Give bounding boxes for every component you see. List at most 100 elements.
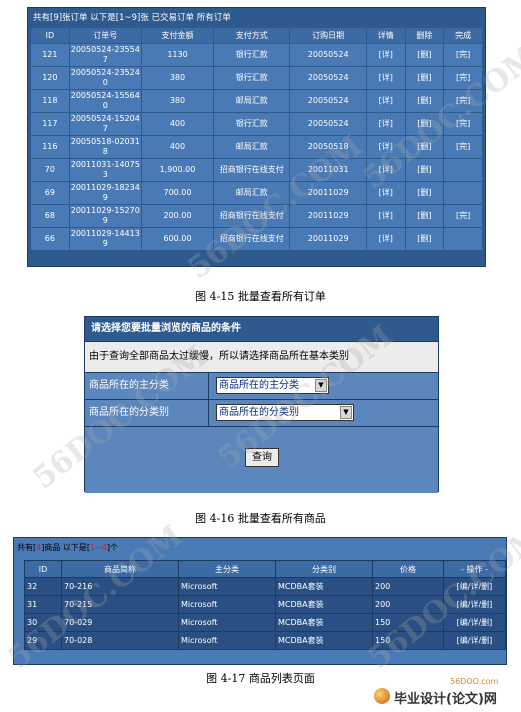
product-actions-link[interactable]: [编/详/删] (457, 636, 493, 645)
order-amount-cell: 400 (141, 113, 214, 135)
order-detail-link[interactable]: [详] (378, 211, 394, 221)
figure-caption-4-15: 图 4-15 批量查看所有订单 (195, 290, 326, 303)
col-header: 订单号 (69, 28, 141, 43)
order-complete-cell: [完] (444, 90, 482, 112)
order-complete-link[interactable]: [完] (455, 96, 471, 106)
product-row: 31 70-215 Microsoft MCDBA套装 200 [编/详/删] (25, 596, 505, 613)
order-number-cell: 20050524-235547 (69, 44, 141, 66)
col-header: 支付方式 (214, 28, 290, 43)
order-date-cell: 20050518 (307, 142, 349, 151)
order-number-cell: 20050524-152047 (70, 114, 140, 133)
order-id-cell: 120 (42, 73, 58, 82)
order-date-cell: 20011029 (307, 188, 349, 197)
order-number-cell: 20011029-144139 (70, 229, 140, 248)
order-number-cell: 20011031-140753 (69, 159, 141, 181)
order-detail-link[interactable]: [详] (378, 142, 394, 152)
order-detail-link[interactable]: [详] (378, 73, 394, 83)
order-number-cell: 20011029-152709 (69, 205, 141, 227)
order-payment-method-cell: 招商银行在线支付 (219, 234, 284, 243)
order-detail-link[interactable]: [详] (378, 165, 394, 175)
order-complete-link[interactable]: [完] (455, 73, 471, 83)
product-actions-cell: [编/详/删] (444, 596, 505, 613)
order-row: 116 20050518-020318 400 邮局汇款 20050518 [详] [删] [… (31, 136, 482, 158)
product-price-cell: 200 (373, 578, 443, 595)
product-actions-link[interactable]: [编/详/删] (457, 600, 493, 609)
order-payment-method-cell: 邮局汇款 (214, 136, 290, 158)
order-delete-link[interactable]: [删] (416, 188, 432, 198)
order-detail-link[interactable]: [详] (378, 96, 394, 106)
orders-table: ID 订单号 支付金额 支付方式 订购日期 详情 删除 完成 121 200505… (30, 27, 483, 251)
sub-category-row: 商品所在的分类别 商品所在的分类别 ▼ (85, 400, 438, 427)
order-id-cell: 121 (31, 44, 69, 66)
product-sub-category-cell: MCDBA套装 (278, 582, 324, 591)
order-detail-link[interactable]: [详] (378, 188, 394, 198)
order-date-cell: 20050524 (290, 44, 366, 66)
order-amount-cell: 1,900.00 (141, 159, 214, 181)
main-category-row: 商品所在的主分类 商品所在的主分类 ▼ (85, 373, 438, 400)
products-table: ID 商品简称 主分类 分类别 价格 - 操作 - 32 70-216 Micros… (24, 560, 506, 650)
products-panel: 共有[4]商品 以下是[1~4]个 ID 商品简称 主分类 分类别 价格 - 操… (13, 537, 507, 665)
order-amount-cell: 380 (141, 67, 214, 89)
main-category-value: 商品所在的主分类 (219, 380, 299, 391)
order-amount-cell: 1130 (141, 44, 214, 66)
order-number-cell: 20011029-182349 (70, 183, 140, 202)
order-payment-method-cell: 邮局汇款 (214, 182, 290, 204)
order-detail-link[interactable]: [详] (378, 119, 394, 129)
sub-category-select[interactable]: 商品所在的分类别 ▼ (216, 404, 354, 421)
order-date-cell: 20050524 (290, 113, 366, 135)
orders-header-row: ID 订单号 支付金额 支付方式 订购日期 详情 删除 完成 (31, 28, 482, 43)
product-sub-category-cell: MCDBA套装 (276, 632, 372, 649)
order-number-cell: 20050518-020318 (69, 136, 141, 158)
order-payment-method-cell: 银行汇款 (235, 119, 268, 128)
order-id-cell: 120 (31, 67, 69, 89)
order-amount-cell: 380 (169, 73, 186, 82)
order-delete-link[interactable]: [删] (416, 50, 432, 60)
col-header: ID (25, 561, 61, 577)
order-complete-link[interactable]: [完] (455, 211, 471, 221)
order-complete-link[interactable]: [完] (455, 119, 471, 129)
order-detail-cell: [详] (366, 182, 405, 204)
order-complete-link[interactable]: [完] (455, 50, 471, 60)
order-complete-link[interactable]: [完] (455, 142, 471, 152)
product-id-cell: 31 (27, 600, 38, 609)
product-name-cell: 70-028 (62, 632, 178, 649)
order-delete-cell: [删] (405, 228, 444, 250)
browse-note: 由于查询全部商品太过缓慢，所以请选择商品所在基本类别 (85, 342, 438, 373)
order-delete-link[interactable]: [删] (416, 119, 432, 129)
order-amount-cell: 600.00 (163, 234, 192, 243)
order-payment-method-cell: 邮局汇款 (235, 142, 268, 151)
order-payment-method-cell: 邮局汇款 (235, 188, 268, 197)
order-delete-link[interactable]: [删] (416, 211, 432, 221)
order-number-cell: 20011029-144139 (69, 228, 141, 250)
order-detail-link[interactable]: [详] (378, 234, 394, 244)
order-delete-link[interactable]: [删] (416, 96, 432, 106)
order-detail-link[interactable]: [详] (378, 50, 394, 60)
order-row: 69 20011029-182349 700.00 邮局汇款 20011029 [详] [删… (31, 182, 482, 204)
product-main-category-cell: Microsoft (181, 600, 218, 609)
order-date-cell: 20011031 (290, 159, 366, 181)
order-amount-cell: 1130 (167, 50, 188, 59)
order-number-cell: 20050524-235240 (69, 67, 141, 89)
product-actions-link[interactable]: [编/详/删] (457, 618, 493, 627)
order-delete-link[interactable]: [删] (416, 234, 432, 244)
order-date-cell: 20011029 (290, 205, 366, 227)
product-row: 32 70-216 Microsoft MCDBA套装 200 [编/详/删] (25, 578, 505, 595)
query-button[interactable]: 查询 (245, 448, 279, 467)
order-complete-cell: [完] (444, 113, 482, 135)
order-complete-cell (444, 182, 482, 204)
order-complete-cell: [完] (444, 205, 482, 227)
dropdown-arrow-icon: ▼ (315, 379, 327, 392)
col-header: 订购日期 (290, 28, 366, 43)
order-complete-cell (444, 159, 482, 181)
order-date-cell: 20050524 (290, 90, 366, 112)
order-delete-link[interactable]: [删] (416, 142, 432, 152)
order-delete-link[interactable]: [删] (416, 73, 432, 83)
order-amount-cell: 380 (169, 96, 186, 105)
order-delete-link[interactable]: [删] (416, 165, 432, 175)
summary-mid: ]商品 以下是[ (41, 543, 91, 552)
main-category-select[interactable]: 商品所在的主分类 ▼ (216, 377, 329, 394)
order-delete-cell: [删] (405, 205, 444, 227)
product-id-cell: 32 (25, 578, 61, 595)
order-payment-method-cell: 招商银行在线支付 (219, 211, 284, 220)
product-actions-link[interactable]: [编/详/删] (457, 582, 493, 591)
